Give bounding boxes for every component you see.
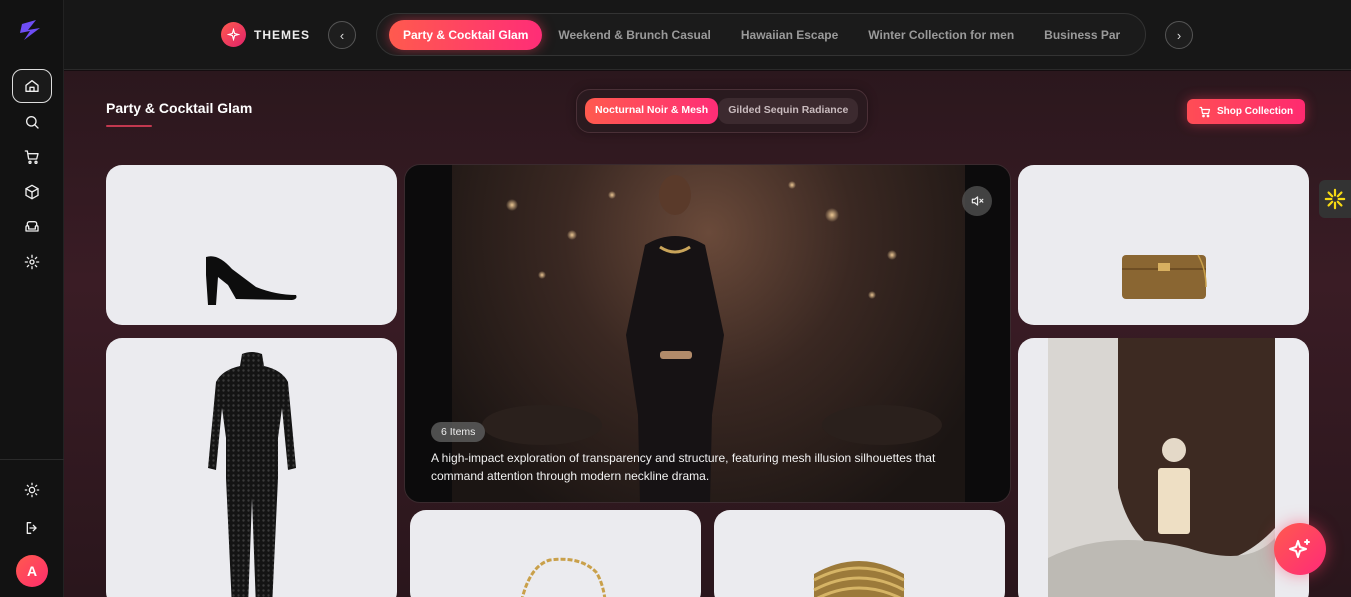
sidebar-divider [0, 459, 64, 460]
themes-badge: THEMES [221, 22, 310, 47]
top-bar: THEMES ‹ Party & Cocktail Glam Weekend &… [64, 0, 1351, 70]
product-card-earrings[interactable] [1018, 338, 1309, 597]
box-icon [25, 184, 39, 200]
home-icon [25, 80, 39, 92]
sub-tab-gilded-sequin-radiance[interactable]: Gilded Sequin Radiance [718, 98, 859, 124]
hero-feature-video[interactable]: 6 Items A high-impact exploration of tra… [404, 164, 1011, 503]
logout-button[interactable] [12, 511, 52, 545]
collection-sub-tabs: Nocturnal Noir & Mesh Gilded Sequin Radi… [576, 89, 868, 133]
shop-collection-button[interactable]: Shop Collection [1187, 99, 1306, 124]
items-count-badge: 6 Items [431, 422, 486, 442]
hero-description: A high-impact exploration of transparenc… [431, 451, 936, 483]
themes-label: THEMES [254, 27, 311, 42]
theme-tab-hawaiian-escape[interactable]: Hawaiian Escape [727, 20, 852, 50]
theme-toggle-button[interactable] [12, 473, 52, 507]
main-content: Party & Cocktail Glam Nocturnal Noir & M… [64, 71, 1351, 597]
nav-home-button[interactable] [12, 69, 52, 103]
ai-assistant-fab[interactable] [1274, 523, 1326, 575]
chevron-left-icon: ‹ [339, 27, 345, 43]
user-avatar[interactable]: A [16, 555, 48, 587]
page-title: Party & Cocktail Glam [106, 100, 253, 116]
cart-icon [24, 150, 39, 164]
chevron-right-icon: › [1176, 27, 1182, 43]
mute-button[interactable] [962, 186, 992, 216]
gold-chain-necklace-image [520, 557, 607, 597]
sun-icon [24, 482, 40, 498]
volume-mute-icon [971, 196, 984, 206]
sparkle-burst-icon [1324, 188, 1346, 210]
sidebar: A [0, 0, 64, 597]
gold-cuff-bracelet-image [813, 561, 905, 597]
black-heel-shoe-image [206, 256, 297, 305]
themes-next-button[interactable]: › [1165, 21, 1193, 49]
theme-tab-party-cocktail-glam[interactable]: Party & Cocktail Glam [389, 19, 543, 50]
shop-collection-label: Shop Collection [1217, 106, 1294, 117]
theme-tab-weekend-brunch-casual[interactable]: Weekend & Brunch Casual [544, 20, 724, 50]
avatar-initial: A [26, 563, 38, 579]
theme-tab-winter-collection-men[interactable]: Winter Collection for men [854, 20, 1028, 50]
title-underline [106, 125, 152, 127]
nav-cart-button[interactable] [12, 140, 52, 174]
theme-tabs: Party & Cocktail Glam Weekend & Brunch C… [376, 13, 1146, 56]
sub-tab-nocturnal-noir-mesh[interactable]: Nocturnal Noir & Mesh [585, 98, 719, 124]
product-card-clutch[interactable] [1018, 165, 1309, 325]
gold-clutch-bag-image [1122, 254, 1207, 299]
nav-search-button[interactable] [12, 105, 52, 139]
app-logo-icon[interactable] [16, 16, 44, 44]
cart-icon [1199, 106, 1211, 117]
logout-icon [26, 522, 37, 534]
sparkles-icon [1289, 539, 1310, 558]
sofa-icon [25, 221, 39, 232]
nav-settings-button[interactable] [12, 245, 52, 279]
theme-tab-business-party[interactable]: Business Par [1030, 20, 1134, 50]
sparkles-icon [221, 22, 246, 47]
themes-prev-button[interactable]: ‹ [328, 21, 356, 49]
side-widget-tab[interactable] [1319, 180, 1351, 218]
product-card-gold-necklace[interactable] [410, 510, 701, 597]
product-card-mesh-jumpsuit[interactable] [106, 338, 397, 597]
search-icon [26, 116, 39, 129]
mesh-jumpsuit-image [208, 352, 296, 597]
product-card-gold-cuff[interactable] [714, 510, 1005, 597]
settings-icon [24, 254, 40, 270]
product-card-heels[interactable] [106, 165, 397, 325]
model-wearing-earring-image [1048, 338, 1275, 597]
nav-products-button[interactable] [12, 175, 52, 209]
nav-furniture-button[interactable] [12, 210, 52, 244]
